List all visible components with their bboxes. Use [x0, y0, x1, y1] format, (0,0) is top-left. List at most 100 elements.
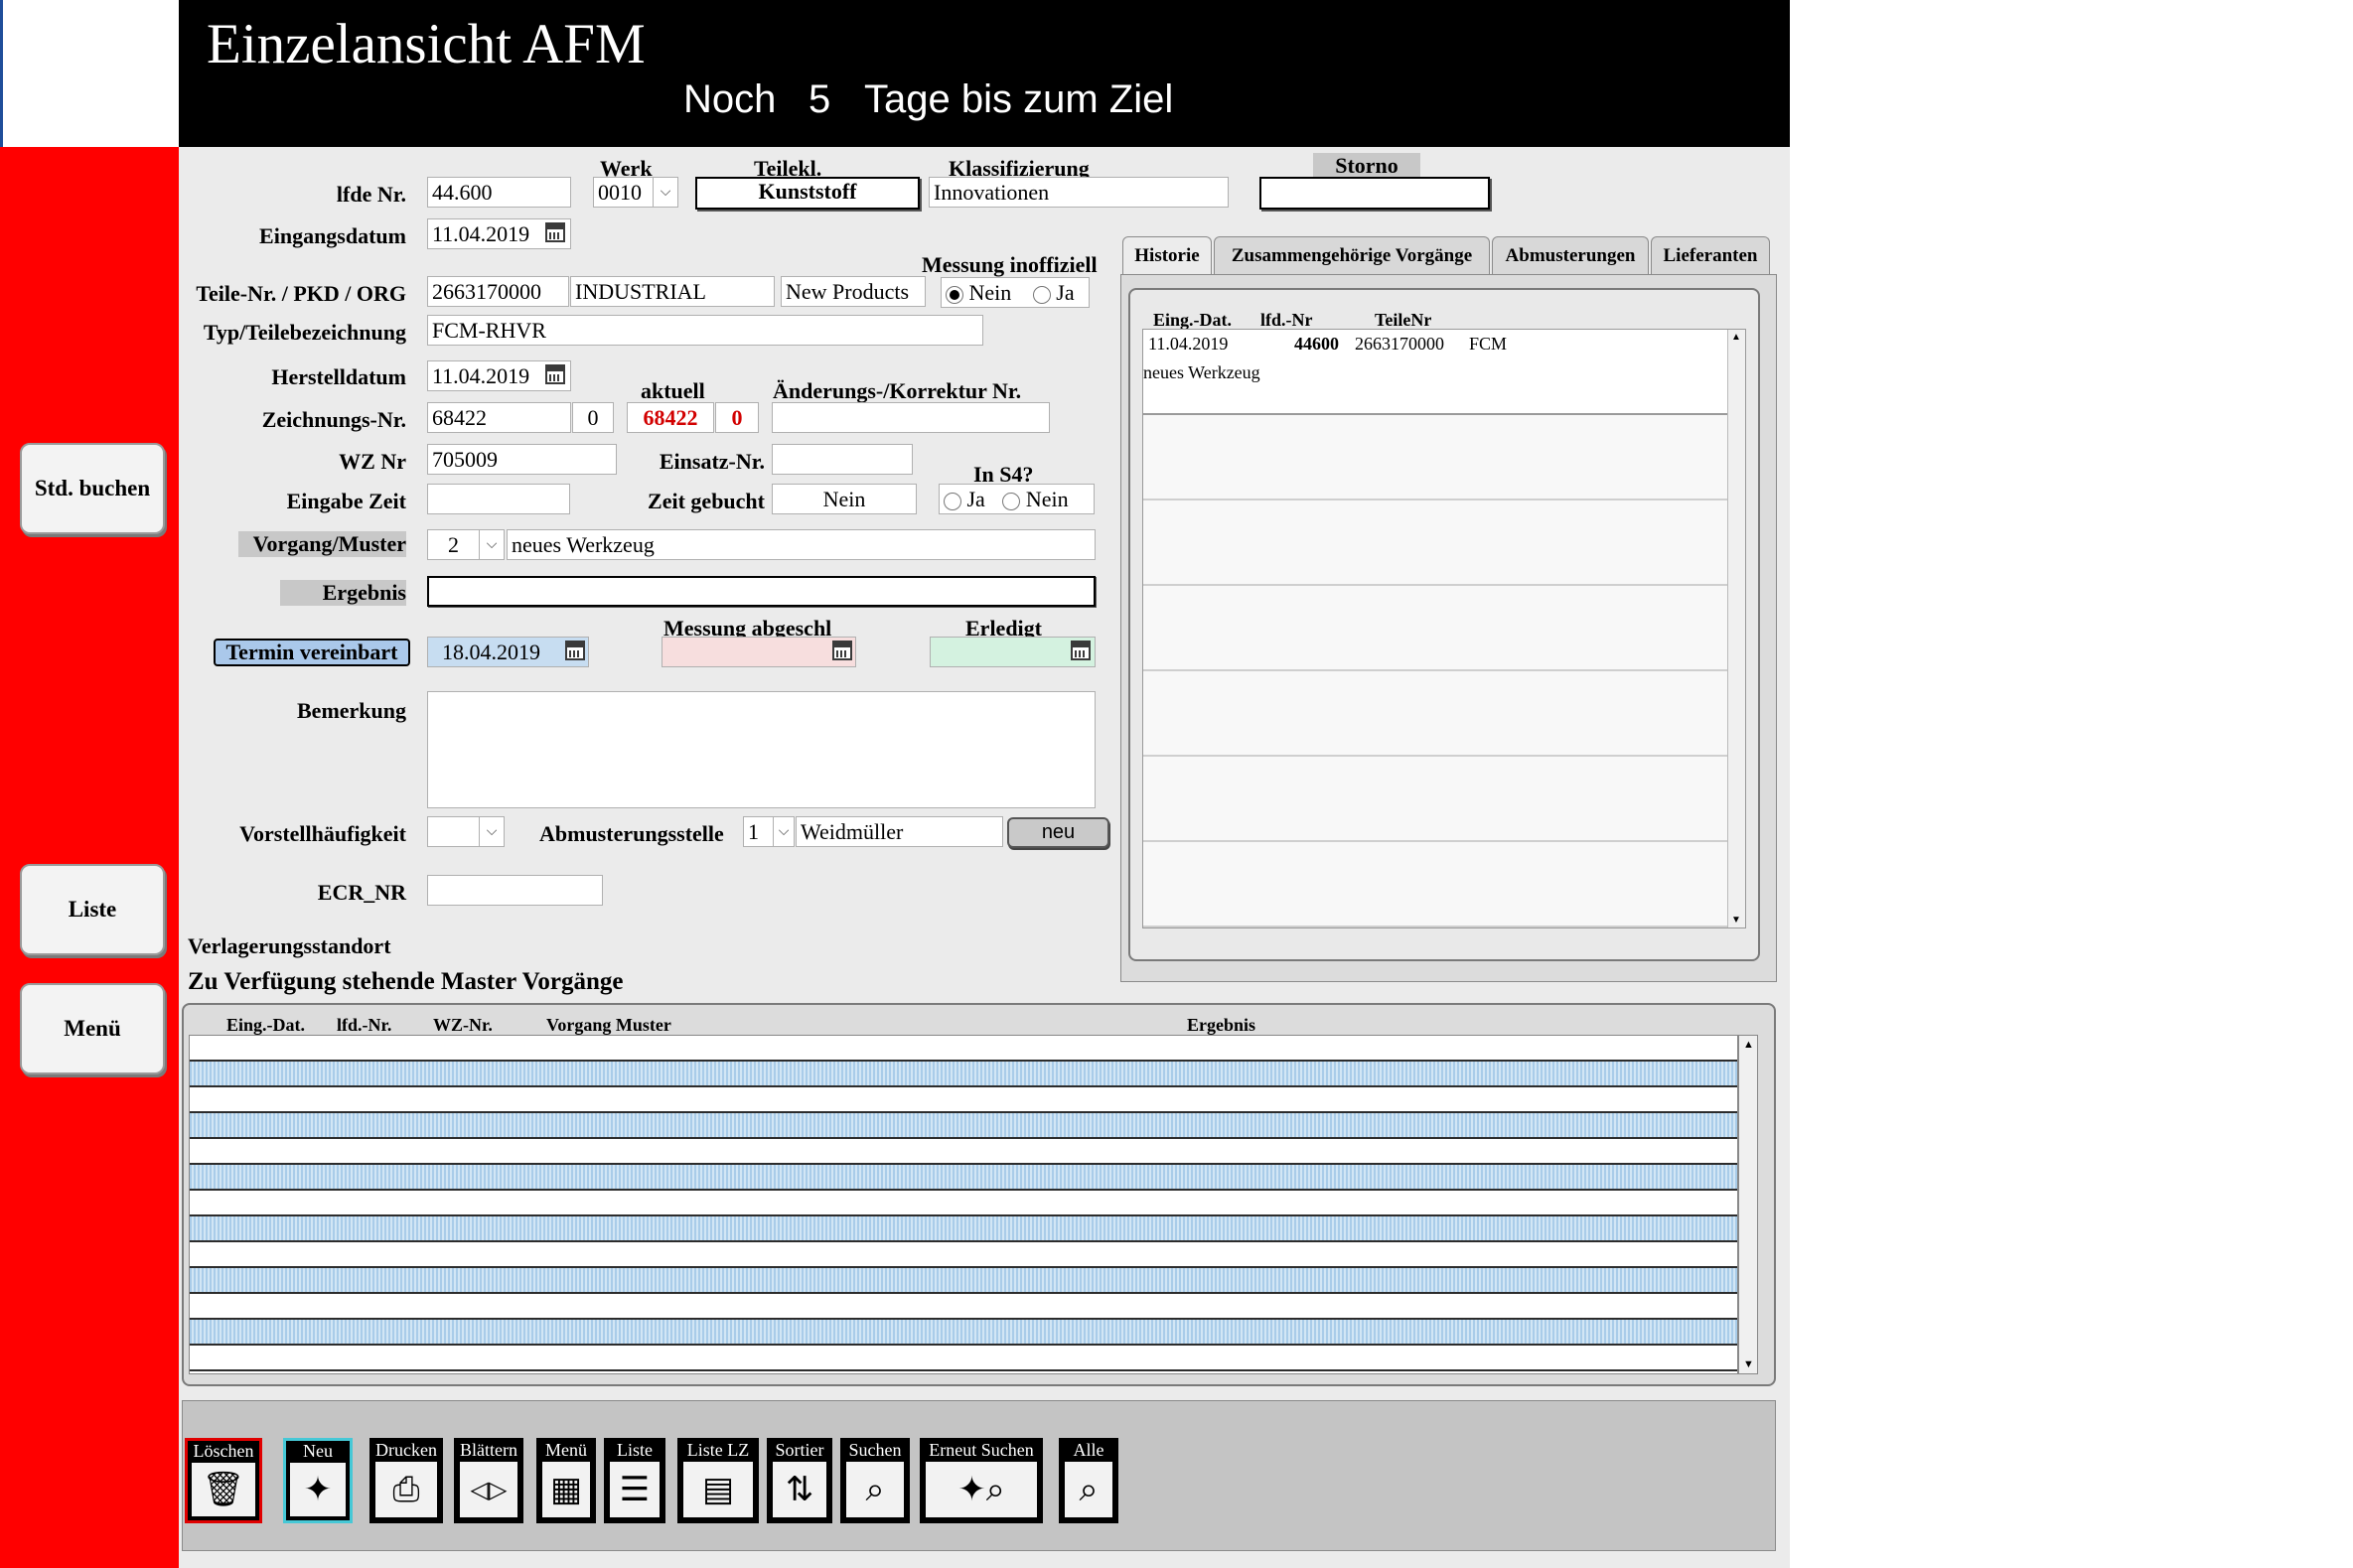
table-row[interactable] [190, 1268, 1737, 1294]
org-field[interactable]: New Products [781, 276, 926, 307]
historie-scrollbar[interactable]: ▲ ▼ [1727, 330, 1745, 927]
abmusterungsstelle-select[interactable]: 1 ⌵ [743, 816, 795, 847]
printer-icon: ⎙ [375, 1462, 437, 1517]
eingabe-zeit-label: Eingabe Zeit [286, 489, 406, 513]
liste-lz-label: Liste LZ [686, 1440, 750, 1460]
zeit-gebucht-field: Nein [772, 484, 917, 514]
drucken-button[interactable]: Drucken ⎙ [369, 1438, 443, 1523]
table-row[interactable] [190, 1036, 1737, 1062]
table-row[interactable] [190, 1242, 1737, 1268]
calendar-icon[interactable] [565, 641, 585, 660]
zeichnungs-nr-label: Zeichnungs-Nr. [261, 407, 406, 432]
termin-vereinbart-button[interactable]: Termin vereinbart [214, 639, 410, 666]
drucken-label: Drucken [375, 1440, 437, 1460]
liste-toolbar-button[interactable]: Liste ☰ [604, 1438, 665, 1523]
liste-toolbar-label: Liste [617, 1440, 653, 1460]
std-buchen-button[interactable]: Std. buchen [20, 443, 165, 534]
table-row[interactable] [190, 1087, 1737, 1113]
table-row[interactable] [190, 1062, 1737, 1087]
historie-row1-nr: 44600 [1294, 334, 1339, 354]
blaettern-label: Blättern [460, 1440, 517, 1460]
eingabe-zeit-field[interactable] [427, 484, 570, 514]
alle-button[interactable]: Alle ⌕ [1059, 1438, 1118, 1523]
zeichnungs-index-field[interactable]: 0 [572, 402, 614, 433]
calendar-icon[interactable] [832, 641, 852, 660]
teilekl-button[interactable]: Kunststoff [695, 177, 920, 210]
table-row[interactable] [190, 1216, 1737, 1242]
tab-abmusterungen[interactable]: Abmusterungen [1492, 236, 1649, 274]
page-title: Einzelansicht AFM [207, 13, 646, 75]
scroll-down-icon[interactable]: ▼ [1731, 915, 1741, 926]
messung-nein-radio[interactable] [946, 285, 963, 304]
menue-toolbar-button[interactable]: Menü ▦ [536, 1438, 596, 1523]
storno-field[interactable] [1259, 177, 1490, 210]
calendar-icon[interactable] [545, 364, 565, 384]
master-scrollbar[interactable]: ▲ ▼ [1738, 1035, 1758, 1374]
scroll-down-icon[interactable]: ▼ [1743, 1358, 1754, 1370]
aktuell-label: aktuell [641, 378, 705, 403]
master-col-ergebnis: Ergebnis [1187, 1015, 1256, 1035]
vorgang-nr-value: 2 [448, 532, 459, 557]
tab-zusammengehoerige-vorgaenge[interactable]: Zusammengehörige Vorgänge [1214, 236, 1490, 274]
vorstellhaeufigkeit-select[interactable]: ⌵ [427, 816, 505, 847]
in-s4-ja-radio[interactable] [944, 492, 961, 510]
wz-nr-field[interactable]: 705009 [427, 444, 617, 475]
einsatz-nr-field[interactable] [772, 444, 913, 475]
neu-button[interactable]: neu [1007, 817, 1109, 848]
table-row[interactable] [190, 1320, 1737, 1346]
erneut-suchen-button[interactable]: Erneut Suchen ✦⌕ [920, 1438, 1043, 1523]
liste-lz-button[interactable]: Liste LZ ▤ [677, 1438, 759, 1523]
lfde-nr-label: lfde Nr. [336, 182, 406, 207]
pkd-field[interactable]: INDUSTRIAL [570, 276, 775, 307]
aenderungs-field[interactable] [772, 402, 1050, 433]
table-row[interactable] [190, 1294, 1737, 1320]
vorgang-text-field[interactable]: neues Werkzeug [507, 529, 1096, 560]
master-list [189, 1035, 1738, 1374]
ecr-nr-field[interactable] [427, 875, 603, 906]
messung-abgeschl-field[interactable] [662, 637, 856, 667]
chevron-down-icon[interactable]: ⌵ [653, 178, 677, 207]
werk-select[interactable]: 0010 ⌵ [593, 177, 678, 208]
table-row[interactable] [190, 1139, 1737, 1165]
chevron-down-icon[interactable]: ⌵ [773, 817, 794, 846]
aktuell-index-field: 0 [715, 402, 759, 433]
loeschen-button[interactable]: Löschen 🗑 [185, 1438, 262, 1523]
table-row[interactable] [190, 1191, 1737, 1216]
tab-historie[interactable]: Historie [1122, 236, 1212, 274]
trash-icon: 🗑 [192, 1463, 255, 1516]
menue-button[interactable]: Menü [20, 983, 165, 1074]
in-s4-nein-radio[interactable] [1002, 492, 1021, 510]
messung-ja-radio[interactable] [1032, 285, 1051, 304]
scroll-up-icon[interactable]: ▲ [1743, 1039, 1754, 1051]
messung-inoffiziell-label: Messung inoffiziell [922, 252, 1098, 277]
bemerkung-textarea[interactable] [427, 691, 1096, 808]
chevron-down-icon[interactable]: ⌵ [479, 530, 504, 559]
scroll-up-icon[interactable]: ▲ [1731, 332, 1741, 343]
sortier-button[interactable]: Sortier ⇅ [767, 1438, 832, 1523]
suchen-button[interactable]: Suchen ⌕ [840, 1438, 910, 1523]
neu-toolbar-button[interactable]: Neu ✦ [283, 1438, 353, 1523]
show-all-icon: ⌕ [1065, 1462, 1112, 1517]
vorgang-nr-select[interactable]: 2 ⌵ [427, 529, 505, 560]
calendar-icon[interactable] [1071, 641, 1091, 660]
typ-field[interactable]: FCM-RHVR [427, 315, 983, 346]
tab-lieferanten[interactable]: Lieferanten [1651, 236, 1770, 274]
klassifizierung-field[interactable]: Innovationen [929, 177, 1229, 208]
lfde-nr-field[interactable]: 44.600 [427, 177, 571, 208]
master-col-nr: lfd.-Nr. [337, 1015, 392, 1035]
table-row[interactable] [190, 1346, 1737, 1371]
sortier-label: Sortier [775, 1440, 824, 1460]
abmusterungsstelle-field[interactable]: Weidmüller [796, 816, 1003, 847]
chevron-down-icon[interactable]: ⌵ [479, 817, 504, 846]
einsatz-nr-label: Einsatz-Nr. [659, 449, 765, 474]
blaettern-button[interactable]: Blättern ◁▷ [454, 1438, 523, 1523]
teile-nr-field[interactable]: 2663170000 [427, 276, 569, 307]
zeichnungs-nr-field[interactable]: 68422 [427, 402, 571, 433]
liste-button[interactable]: Liste [20, 864, 165, 955]
historie-row1-teilenr: 2663170000 [1355, 334, 1444, 354]
table-row[interactable] [190, 1165, 1737, 1191]
ergebnis-field[interactable] [427, 576, 1096, 607]
ecr-nr-label: ECR_NR [317, 880, 406, 905]
table-row[interactable] [190, 1113, 1737, 1139]
calendar-icon[interactable] [545, 222, 565, 242]
